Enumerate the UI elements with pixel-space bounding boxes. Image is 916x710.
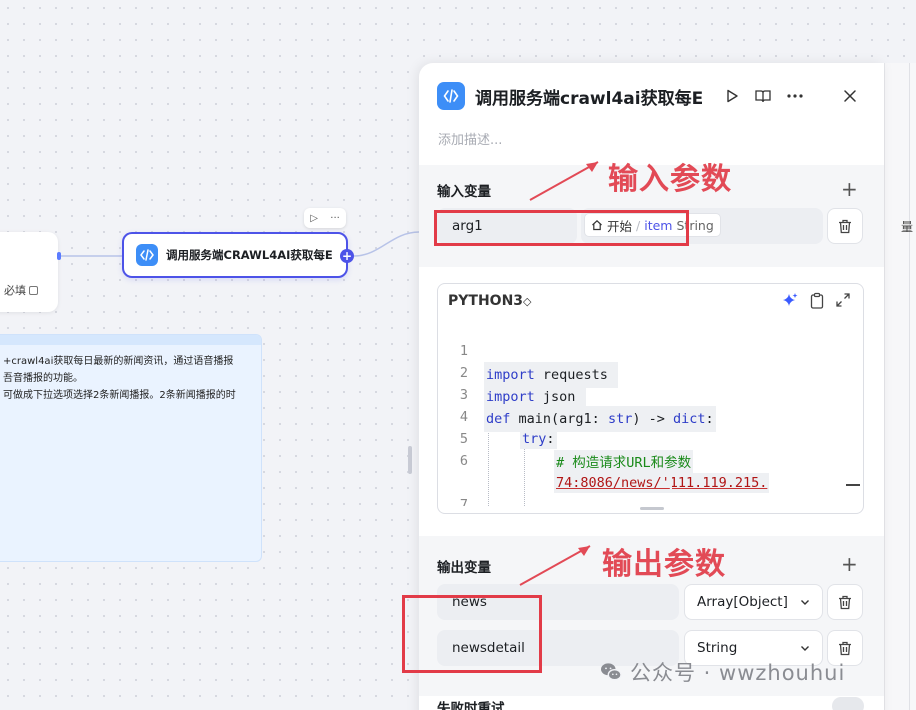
horizontal-scrollbar[interactable] [640, 507, 664, 510]
delete-output-button[interactable] [827, 584, 863, 620]
description-input[interactable]: 添加描述... [438, 129, 502, 148]
watermark: 公众号 · wwzhouhui [600, 657, 845, 687]
annotation-output-label: 输出参数 [602, 547, 726, 582]
ai-sparkle-icon[interactable] [781, 292, 799, 310]
required-tag: 必填 [4, 282, 38, 298]
required-label: 必填 [4, 284, 26, 297]
code-line: 5 # 构造请求URL和参数 [438, 406, 863, 476]
code-line: 6 url = 'http://111.119.215. [438, 428, 863, 493]
input-section-title: 输入变量 [437, 184, 491, 200]
output-section-title: 输出变量 [437, 560, 491, 576]
panel-title[interactable]: 调用服务端crawl4ai获取每E [475, 84, 705, 109]
expand-icon[interactable] [835, 292, 851, 308]
code-icon [136, 244, 158, 266]
right-side-strip: 量 [884, 63, 916, 710]
code-editor[interactable]: PYTHON3◇ 1 import requests 2 import json… [437, 283, 864, 514]
code-line: 1 import requests [438, 318, 863, 388]
clipboard-icon[interactable] [809, 292, 825, 310]
note-line: 吾音播报的功能。 [3, 373, 83, 384]
edge-handle[interactable] [57, 252, 61, 260]
output-type-value: String [697, 640, 738, 656]
code-line: 4 try: [438, 384, 863, 449]
trash-icon [839, 219, 851, 233]
close-button[interactable] [839, 85, 861, 107]
watermark-text: 公众号 · wwzhouhui [630, 661, 846, 685]
wechat-icon [601, 663, 622, 681]
play-icon[interactable]: ▷ [310, 213, 318, 224]
annotation-input-label: 输入参数 [608, 162, 732, 197]
more-icon [787, 94, 803, 98]
book-icon [755, 90, 771, 103]
code-line: 74:8086/news/' [438, 450, 863, 493]
retry-toggle[interactable] [832, 697, 864, 710]
node-mini-toolbar: ▷ ··· [304, 208, 346, 228]
chevron-updown-icon: ◇ [523, 295, 532, 308]
run-button[interactable] [721, 85, 743, 107]
delete-input-button[interactable] [827, 208, 863, 244]
code-line: 7 limit = arg1 [438, 472, 863, 506]
code-line: 2 import json [438, 340, 863, 410]
trash-icon [839, 595, 851, 609]
panel-resize-handle[interactable] [408, 446, 412, 474]
code-node-title: 调用服务端CRAWL4AI获取每E [166, 248, 333, 262]
panel-header: 调用服务端crawl4ai获取每E [437, 81, 866, 111]
output-type-value: Array[Object] [697, 594, 788, 610]
annotation-box-input [434, 210, 689, 246]
play-icon [727, 89, 738, 103]
note-card[interactable]: +crawl4ai获取每日最新的新闻资讯，通过语音播报 吾音播报的功能。 可做成… [0, 334, 262, 562]
output-type-select[interactable]: Array[Object] [684, 584, 823, 620]
start-node-card[interactable] [0, 232, 58, 312]
note-header [0, 335, 261, 345]
trash-icon [839, 641, 851, 655]
scrollbar-marker [846, 484, 860, 486]
more-icon[interactable]: ··· [330, 213, 340, 224]
copy-icon[interactable] [29, 285, 38, 295]
note-line: 可做成下拉选项选择2条新闻播报。2条新闻播报的时 [3, 390, 236, 401]
language-label: PYTHON3 [448, 293, 524, 309]
chevron-down-icon [801, 600, 809, 605]
note-line: +crawl4ai获取每日最新的新闻资讯，通过语音播报 [3, 356, 234, 367]
more-button[interactable] [784, 85, 806, 107]
docs-button[interactable] [752, 85, 774, 107]
retry-label: 失败时重试 [437, 701, 505, 710]
add-node-button[interactable]: + [340, 249, 354, 263]
code-toolbar [781, 292, 851, 310]
code-area[interactable]: 1 import requests 2 import json 3 def ma… [438, 318, 863, 506]
code-line: 3 def main(arg1: str) -> dict: [438, 362, 863, 432]
code-line: 8 [438, 494, 863, 506]
code-node[interactable]: 调用服务端CRAWL4AI获取每E [122, 232, 348, 278]
close-icon [844, 90, 856, 102]
annotation-box-output [402, 595, 542, 673]
code-icon [437, 82, 465, 110]
divider [909, 63, 910, 710]
note-body: +crawl4ai获取每日最新的新闻资讯，通过语音播报 吾音播报的功能。 可做成… [0, 345, 261, 404]
language-selector[interactable]: PYTHON3◇ [448, 293, 532, 309]
add-input-button[interactable]: + [841, 179, 858, 199]
chevron-down-icon [801, 646, 809, 651]
add-output-button[interactable]: + [841, 554, 858, 574]
strip-text: 量 [901, 220, 914, 234]
